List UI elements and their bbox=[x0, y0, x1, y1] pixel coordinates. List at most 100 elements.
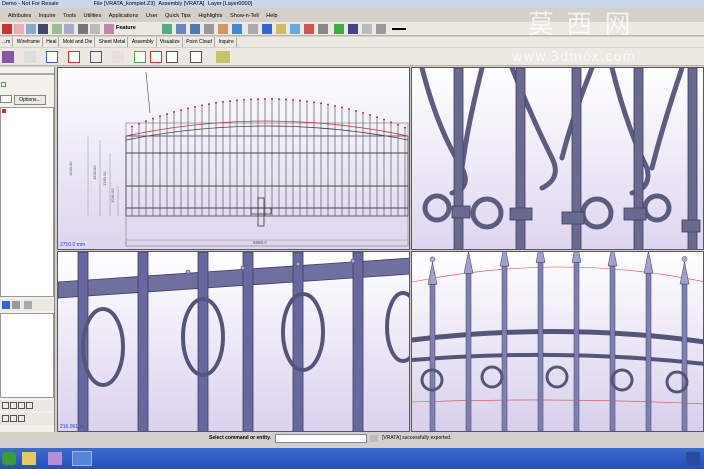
show-icon[interactable] bbox=[78, 24, 88, 34]
spike-tip bbox=[607, 252, 618, 267]
menu-inquire[interactable]: Inquire bbox=[39, 12, 56, 21]
command-prompt: Select command or entity. bbox=[209, 435, 271, 441]
line-weight-icon[interactable] bbox=[392, 28, 406, 30]
layer-icon[interactable] bbox=[318, 24, 328, 34]
arc-icon[interactable] bbox=[90, 51, 102, 63]
gate-spike bbox=[299, 99, 301, 102]
camera-icon[interactable] bbox=[290, 24, 300, 34]
tab-sheet-metal[interactable]: Sheet Metal bbox=[97, 37, 129, 47]
options-button[interactable]: Options... bbox=[14, 95, 46, 105]
title-bar: Demo - Not For Resale File [VRATA_komple… bbox=[0, 0, 704, 8]
text-icon[interactable] bbox=[46, 51, 58, 63]
next-icon[interactable] bbox=[18, 402, 25, 409]
undo-arrow-icon[interactable] bbox=[52, 24, 62, 34]
curve-icon[interactable] bbox=[24, 51, 36, 63]
menu-user[interactable]: User bbox=[146, 12, 158, 21]
render-icon[interactable] bbox=[190, 24, 200, 34]
zoom-icon[interactable] bbox=[204, 24, 214, 34]
first-icon[interactable] bbox=[2, 402, 9, 409]
redo-icon[interactable] bbox=[14, 24, 24, 34]
filter-icon[interactable] bbox=[38, 24, 48, 34]
gate-spike bbox=[173, 111, 175, 114]
taskbar-window[interactable] bbox=[72, 451, 92, 466]
line-icon[interactable] bbox=[68, 51, 80, 63]
tray-icon[interactable] bbox=[686, 452, 700, 465]
prev-icon[interactable] bbox=[10, 402, 17, 409]
gate-bars bbox=[131, 100, 406, 216]
last-icon[interactable] bbox=[26, 402, 33, 409]
pan-icon[interactable] bbox=[218, 24, 228, 34]
view-icon[interactable] bbox=[162, 24, 172, 34]
gate-spike bbox=[376, 116, 378, 119]
message-icon[interactable] bbox=[370, 435, 378, 442]
start-icon[interactable] bbox=[2, 452, 16, 465]
grid-icon[interactable] bbox=[248, 24, 258, 34]
check-icon[interactable] bbox=[1, 82, 6, 87]
feature-label[interactable]: Feature bbox=[116, 25, 136, 31]
color-icon[interactable] bbox=[304, 24, 314, 34]
tree-view[interactable] bbox=[0, 107, 54, 297]
filter-dropdown[interactable] bbox=[0, 95, 12, 103]
app-icon[interactable] bbox=[48, 452, 62, 465]
action-1-icon[interactable] bbox=[2, 415, 9, 422]
refresh-icon[interactable] bbox=[334, 24, 344, 34]
tab-inquire[interactable]: Inquire bbox=[216, 37, 237, 47]
gate-spike bbox=[397, 123, 399, 126]
sketch-icon[interactable] bbox=[64, 24, 74, 34]
mirror-icon[interactable] bbox=[166, 51, 178, 63]
tab-heal[interactable]: Heal bbox=[44, 37, 60, 47]
action-3-icon[interactable] bbox=[18, 415, 25, 422]
hide-icon[interactable] bbox=[90, 24, 100, 34]
list-icon[interactable] bbox=[24, 301, 32, 309]
feature-icon[interactable] bbox=[104, 24, 114, 34]
panel-toolbar bbox=[0, 299, 54, 311]
gate-spike bbox=[285, 98, 287, 101]
tab-assembly[interactable]: Assembly bbox=[130, 37, 157, 47]
move-icon[interactable] bbox=[150, 51, 162, 63]
line-style-icon[interactable] bbox=[376, 24, 386, 34]
rotate-icon[interactable] bbox=[232, 24, 242, 34]
folder-icon[interactable] bbox=[22, 452, 36, 465]
offset-icon[interactable] bbox=[134, 51, 146, 63]
taskbar bbox=[0, 448, 704, 469]
viewport-bottom-right[interactable] bbox=[411, 251, 704, 432]
tree-node-icon[interactable] bbox=[2, 109, 6, 113]
properties-list[interactable] bbox=[0, 313, 54, 398]
action-2-icon[interactable] bbox=[10, 415, 17, 422]
pattern-icon[interactable] bbox=[190, 51, 202, 63]
twisted-bars-render bbox=[58, 252, 409, 431]
cube-icon[interactable] bbox=[262, 24, 272, 34]
shade-icon[interactable] bbox=[176, 24, 186, 34]
tab-wireframe[interactable]: Wireframe bbox=[15, 37, 43, 47]
axis-icon[interactable] bbox=[362, 24, 372, 34]
tab-visualize[interactable]: Visualize bbox=[158, 37, 183, 47]
pick-icon[interactable] bbox=[26, 24, 36, 34]
menu-highlights[interactable]: Highlights bbox=[198, 12, 222, 21]
menu-quick-tips[interactable]: Quick Tips bbox=[165, 12, 191, 21]
undo-icon[interactable] bbox=[2, 24, 12, 34]
viewport-bottom-left[interactable]: 216.061 m bbox=[57, 251, 410, 432]
gate-spike bbox=[404, 126, 406, 129]
layers-icon[interactable] bbox=[216, 51, 230, 63]
light-icon[interactable] bbox=[276, 24, 286, 34]
tab-point-cloud[interactable]: Point Cloud bbox=[184, 37, 216, 47]
viewport-top-right[interactable] bbox=[411, 67, 704, 250]
command-input[interactable] bbox=[275, 434, 367, 443]
tab-main[interactable]: ...m bbox=[0, 37, 14, 47]
gate-spike bbox=[222, 100, 224, 103]
solid-icon[interactable] bbox=[2, 51, 14, 63]
menu-show-n-tell[interactable]: Show-n-Tell bbox=[230, 12, 259, 21]
spike-ball bbox=[681, 256, 688, 262]
collapse-icon[interactable] bbox=[12, 301, 20, 309]
menu-help[interactable]: Help bbox=[266, 12, 277, 21]
trim-icon[interactable] bbox=[112, 51, 124, 63]
menu-attributes[interactable]: Attributes bbox=[8, 12, 31, 21]
viewport-top-left[interactable]: 1640.00 1530.00 1280.00 1030.00 5960.0 2… bbox=[57, 67, 410, 250]
expand-icon[interactable] bbox=[2, 301, 10, 309]
tab-mold-and-die[interactable]: Mold and Die bbox=[61, 37, 96, 47]
menu-utilities[interactable]: Utilities bbox=[84, 12, 102, 21]
menu-tools[interactable]: Tools bbox=[63, 12, 76, 21]
gate-spikes bbox=[131, 98, 406, 129]
grid-toggle-icon[interactable] bbox=[348, 24, 358, 34]
menu-applications[interactable]: Applications bbox=[109, 12, 139, 21]
